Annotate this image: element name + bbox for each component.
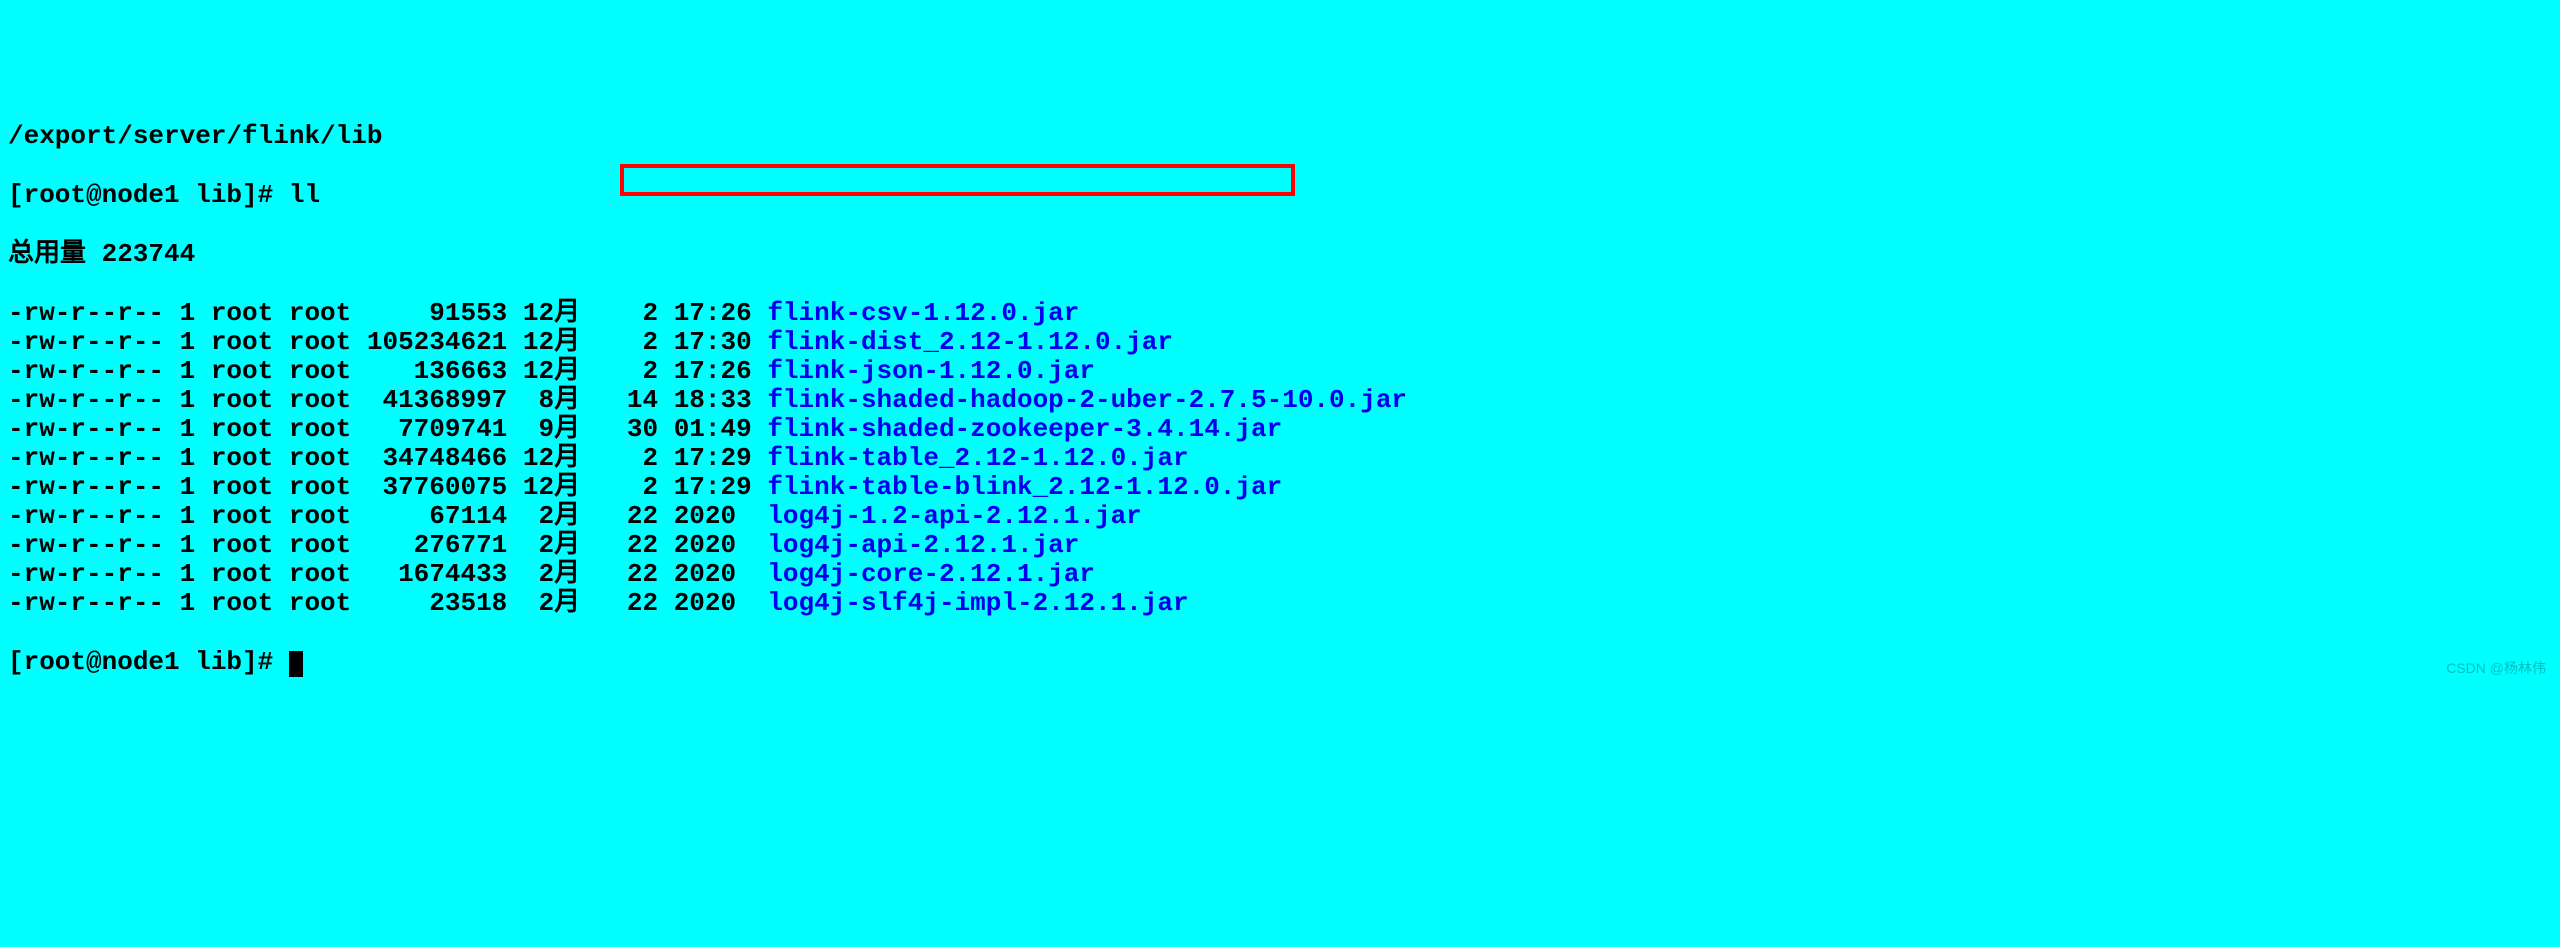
file-meta: -rw-r--r-- 1 root root 136663 12月 2 17:2… (8, 356, 767, 386)
total-line: 总用量 223744 (8, 240, 2552, 269)
cursor (289, 651, 303, 677)
file-row: -rw-r--r-- 1 root root 136663 12月 2 17:2… (8, 357, 2552, 386)
file-row: -rw-r--r-- 1 root root 91553 12月 2 17:26… (8, 299, 2552, 328)
file-meta: -rw-r--r-- 1 root root 23518 2月 22 2020 (8, 588, 767, 618)
file-name: flink-json-1.12.0.jar (767, 356, 1095, 386)
file-name: log4j-api-2.12.1.jar (767, 530, 1079, 560)
file-meta: -rw-r--r-- 1 root root 7709741 9月 30 01:… (8, 414, 767, 444)
prompt-end[interactable]: [root@node1 lib]# (8, 648, 2552, 677)
cwd-path: /export/server/flink/lib (8, 122, 2552, 151)
file-name: flink-shaded-zookeeper-3.4.14.jar (767, 414, 1282, 444)
file-meta: -rw-r--r-- 1 root root 276771 2月 22 2020 (8, 530, 767, 560)
file-meta: -rw-r--r-- 1 root root 67114 2月 22 2020 (8, 501, 767, 531)
file-name: log4j-core-2.12.1.jar (767, 559, 1095, 589)
file-row: -rw-r--r-- 1 root root 23518 2月 22 2020 … (8, 589, 2552, 618)
file-row: -rw-r--r-- 1 root root 105234621 12月 2 1… (8, 328, 2552, 357)
file-name: flink-table_2.12-1.12.0.jar (767, 443, 1188, 473)
watermark: CSDN @杨林伟 (2446, 658, 2546, 678)
file-meta: -rw-r--r-- 1 root root 34748466 12月 2 17… (8, 443, 767, 473)
file-row: -rw-r--r-- 1 root root 37760075 12月 2 17… (8, 473, 2552, 502)
file-row: -rw-r--r-- 1 root root 41368997 8月 14 18… (8, 386, 2552, 415)
prompt-ll: [root@node1 lib]# ll (8, 181, 2552, 210)
file-row: -rw-r--r-- 1 root root 7709741 9月 30 01:… (8, 415, 2552, 444)
file-meta: -rw-r--r-- 1 root root 91553 12月 2 17:26 (8, 298, 767, 328)
file-meta: -rw-r--r-- 1 root root 1674433 2月 22 202… (8, 559, 767, 589)
file-row: -rw-r--r-- 1 root root 1674433 2月 22 202… (8, 560, 2552, 589)
file-name: flink-table-blink_2.12-1.12.0.jar (767, 472, 1282, 502)
file-name: log4j-1.2-api-2.12.1.jar (767, 501, 1141, 531)
file-meta: -rw-r--r-- 1 root root 105234621 12月 2 1… (8, 327, 767, 357)
file-name: log4j-slf4j-impl-2.12.1.jar (767, 588, 1188, 618)
file-listing: -rw-r--r-- 1 root root 91553 12月 2 17:26… (8, 299, 2552, 618)
file-meta: -rw-r--r-- 1 root root 41368997 8月 14 18… (8, 385, 767, 415)
file-meta: -rw-r--r-- 1 root root 37760075 12月 2 17… (8, 472, 767, 502)
file-row: -rw-r--r-- 1 root root 67114 2月 22 2020 … (8, 502, 2552, 531)
file-name: flink-dist_2.12-1.12.0.jar (767, 327, 1173, 357)
file-name: flink-shaded-hadoop-2-uber-2.7.5-10.0.ja… (767, 385, 1407, 415)
file-name: flink-csv-1.12.0.jar (767, 298, 1079, 328)
file-row: -rw-r--r-- 1 root root 276771 2月 22 2020… (8, 531, 2552, 560)
file-row: -rw-r--r-- 1 root root 34748466 12月 2 17… (8, 444, 2552, 473)
